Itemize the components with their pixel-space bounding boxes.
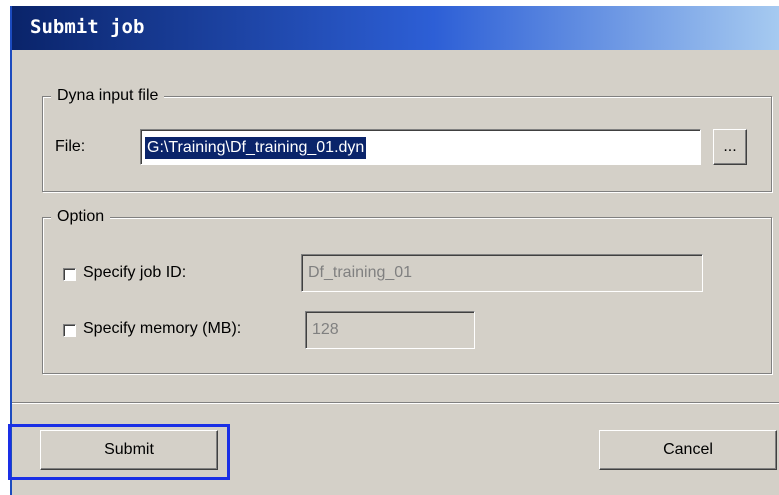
submit-highlight-box [8,424,230,480]
dyna-input-file-legend: Dyna input file [51,86,165,106]
title-bar[interactable]: Submit job [12,6,779,50]
job-id-value: Df_training_01 [308,264,413,281]
specify-job-id-label[interactable]: Specify job ID: [83,263,186,283]
specify-memory-label[interactable]: Specify memory (MB): [83,319,241,339]
option-legend: Option [51,207,111,227]
dyna-input-file-group: Dyna input file File: G:\Training\Df_tra… [42,86,772,192]
specify-job-id-checkbox[interactable] [63,268,76,281]
specify-memory-checkbox[interactable] [63,324,76,337]
memory-input[interactable]: 128 [305,311,475,349]
file-path-value: G:\Training\Df_training_01.dyn [145,137,367,159]
cancel-button[interactable]: Cancel [599,430,777,470]
file-path-input[interactable]: G:\Training\Df_training_01.dyn [140,129,701,165]
browse-label: ... [723,138,737,155]
submit-job-dialog: Submit job Dyna input file File: G:\Trai… [10,6,779,495]
cancel-label: Cancel [663,441,713,458]
option-group: Option Specify job ID: Df_training_01 Sp… [42,207,772,374]
browse-button[interactable]: ... [713,129,747,165]
button-separator [12,402,779,404]
memory-value: 128 [312,321,339,338]
file-label: File: [55,138,86,155]
job-id-input[interactable]: Df_training_01 [301,254,703,292]
dialog-title: Submit job [30,16,145,38]
